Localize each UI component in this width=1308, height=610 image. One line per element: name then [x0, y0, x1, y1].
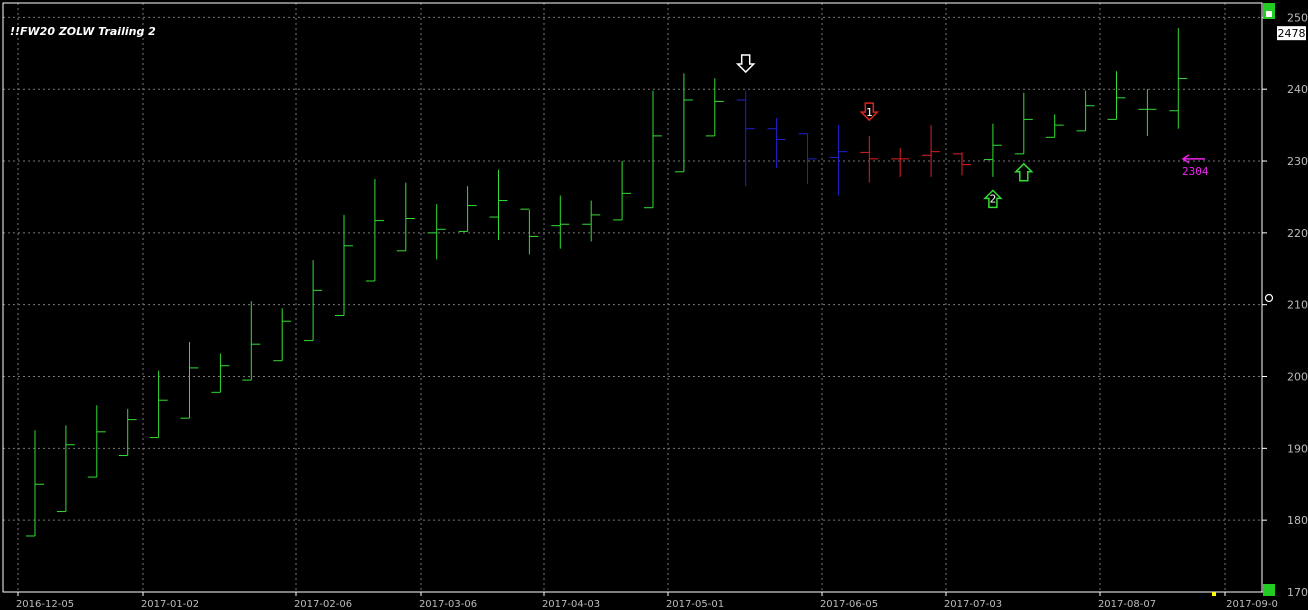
signal-label: 2 [990, 192, 997, 205]
x-tick-label: 2017-07-03 [944, 599, 1002, 610]
y-tick-label: 2300 [1287, 155, 1308, 168]
arrow-up-signal-icon [1013, 162, 1034, 182]
y-tick-label: 2200 [1287, 227, 1308, 240]
price-chart[interactable]: 1 2 2304 1700 1800 1900 2000 2100 2200 2300 2400 2… [0, 0, 1308, 610]
time-cursor-icon [1212, 592, 1216, 596]
arrow-down-signal-icon [735, 54, 756, 74]
x-tick-label: 2017-06-05 [820, 599, 878, 610]
chart-window: 1 2 2304 1700 1800 1900 2000 2100 2200 2300 2400 2… [0, 0, 1308, 610]
x-tick-label: 2017-02-06 [294, 599, 352, 610]
axis-layer: 1700 1800 1900 2000 2100 2200 2300 2400 2500 2016… [2, 2, 1308, 610]
y-tick-label: 1900 [1287, 442, 1308, 455]
x-tick-label: 2017-01-02 [141, 599, 199, 610]
scale-handle-top-marker-icon [1266, 11, 1272, 17]
target-price-label: 2304 [1182, 165, 1209, 178]
y-tick-label: 2400 [1287, 83, 1308, 96]
plot-frame [2, 2, 1263, 593]
x-tick-label: 2017-04-03 [542, 599, 600, 610]
mid-scale-marker-icon [1264, 293, 1274, 303]
chart-title: !!FW20 ZOLW Trailing 2 [10, 25, 156, 38]
y-tick-label: 2500 [1287, 11, 1308, 24]
x-tick-label: 2016-12-05 [16, 599, 74, 610]
bars-layer [26, 28, 1188, 537]
y-tick-label: 1700 [1287, 586, 1308, 599]
annotations-layer: 1 2 2304 [735, 54, 1209, 209]
y-tick-label: 2100 [1287, 299, 1308, 312]
y-tick-label: 1800 [1287, 514, 1308, 527]
x-tick-label: 2017-08-07 [1098, 599, 1156, 610]
grid-layer [3, 3, 1262, 593]
signal-label: 1 [866, 106, 873, 119]
last-price-label: 2478 [1278, 27, 1306, 40]
x-tick-label: 2017-09-0 [1226, 599, 1278, 610]
y-tick-label: 2000 [1287, 371, 1308, 384]
x-tick-label: 2017-05-01 [666, 599, 724, 610]
scale-handle-bottom-icon [1263, 584, 1275, 596]
x-tick-label: 2017-03-06 [419, 599, 477, 610]
